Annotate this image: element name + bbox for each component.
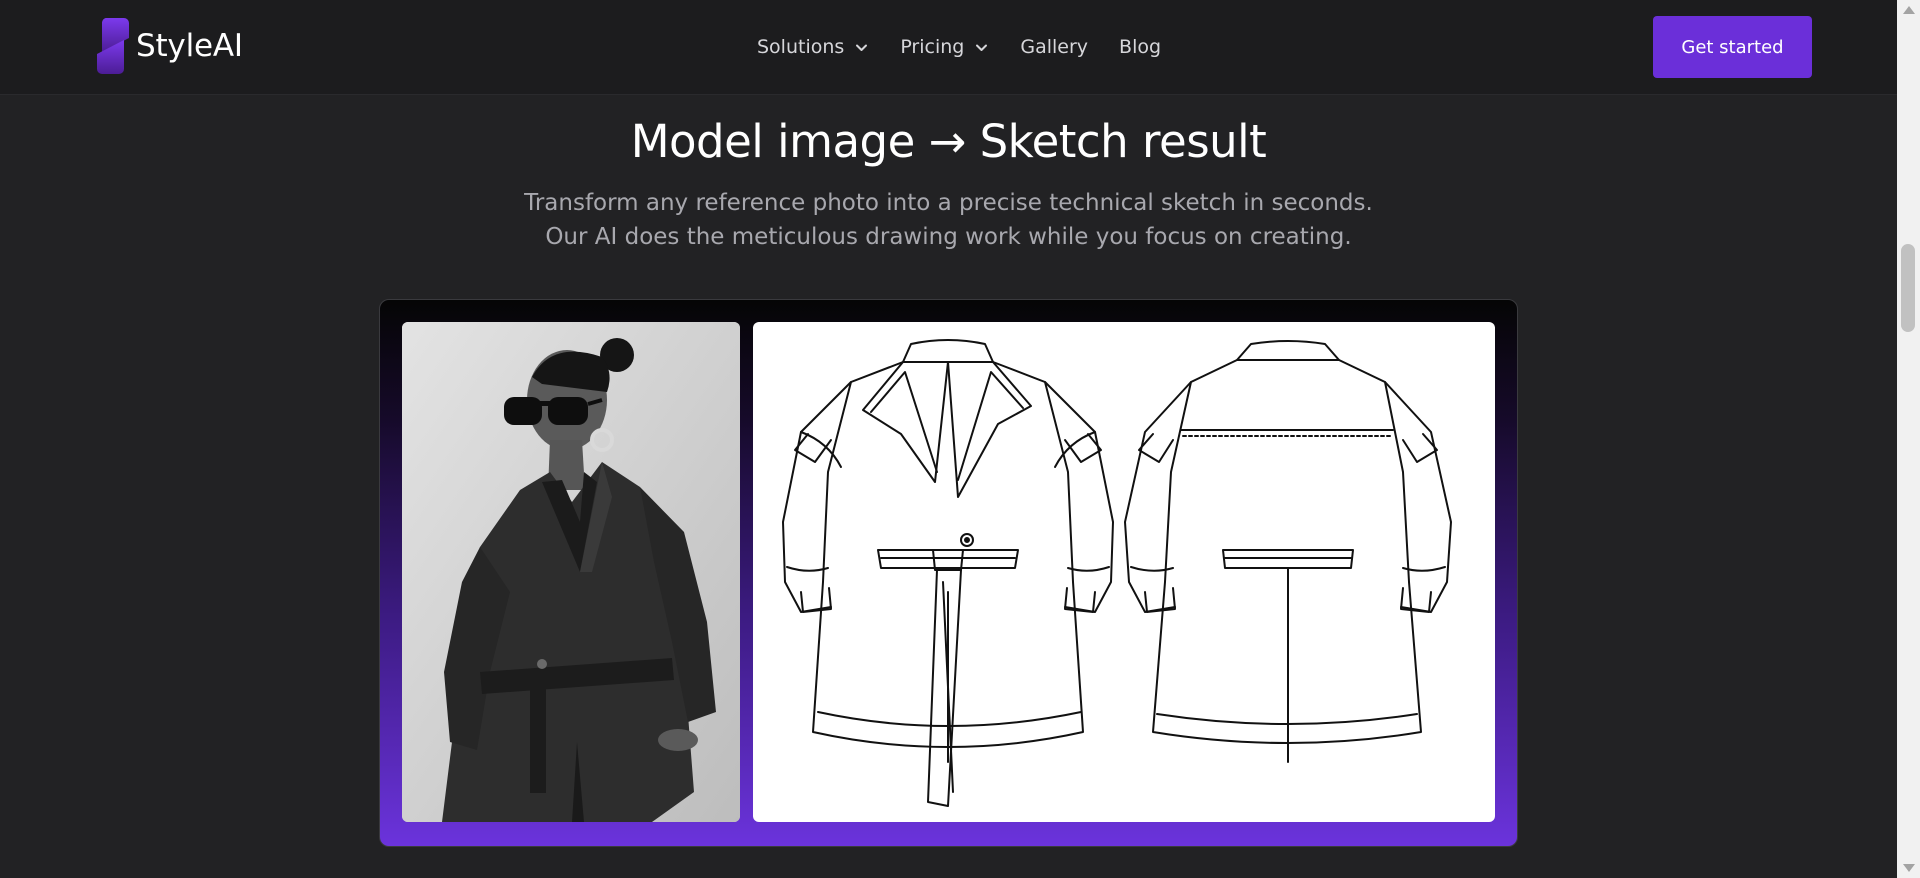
hero-subtitle-line-2: Our AI does the meticulous drawing work … [545, 224, 1352, 250]
nav-item-label: Solutions [757, 36, 845, 58]
vertical-scrollbar[interactable] [1897, 0, 1920, 878]
scroll-up-arrow-icon[interactable] [1903, 6, 1915, 14]
technical-sketch-illustration [782, 339, 1452, 807]
get-started-button[interactable]: Get started [1653, 16, 1812, 78]
scroll-down-arrow-icon[interactable] [1903, 864, 1915, 872]
nav-item-blog[interactable]: Blog [1119, 36, 1161, 58]
chevron-down-icon [856, 44, 868, 51]
brand-logo-link[interactable]: StyleAI [96, 18, 243, 74]
technical-sketch [753, 322, 1495, 822]
nav-item-label: Pricing [900, 36, 965, 58]
chevron-down-icon [976, 44, 988, 51]
brand-logo-icon [97, 18, 129, 74]
page-title: Model image → Sketch result [630, 115, 1267, 168]
sketch-back-view [1124, 340, 1452, 763]
nav-item-pricing[interactable]: Pricing [900, 36, 989, 58]
navbar: StyleAI Solutions Pricing Gallery Blog G… [0, 0, 1897, 95]
main-nav: Solutions Pricing Gallery Blog [757, 33, 1161, 61]
nav-item-gallery[interactable]: Gallery [1020, 36, 1088, 58]
hero-subtitle-line-1: Transform any reference photo into a pre… [524, 190, 1373, 216]
sketch-front-view [782, 339, 1114, 807]
model-photo-illustration [402, 322, 740, 822]
showcase-panel [379, 299, 1518, 847]
nav-item-solutions[interactable]: Solutions [757, 36, 869, 58]
nav-item-label: Blog [1119, 36, 1162, 58]
nav-item-label: Gallery [1020, 36, 1089, 58]
model-photo [402, 322, 740, 822]
brand-name: StyleAI [136, 28, 243, 64]
scrollbar-thumb[interactable] [1901, 244, 1915, 332]
